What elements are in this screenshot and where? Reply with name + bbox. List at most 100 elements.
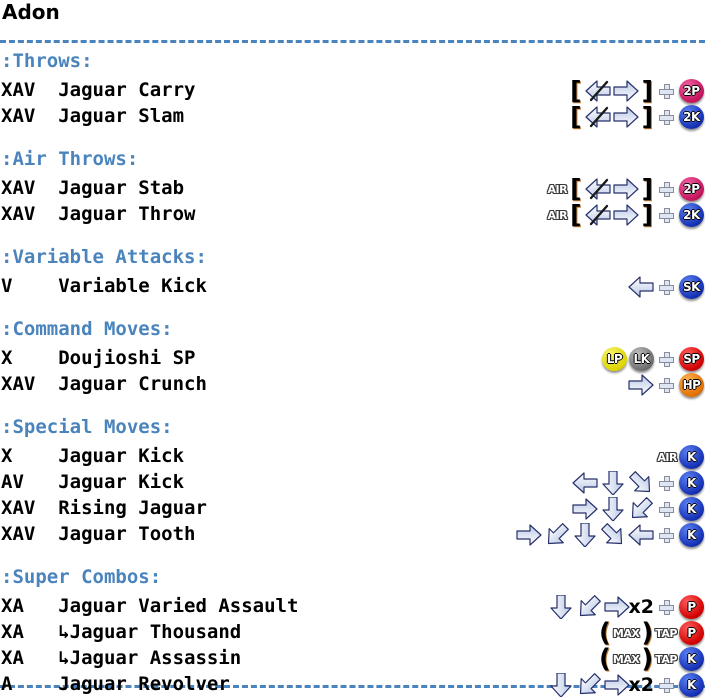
arrow-right-icon bbox=[612, 177, 639, 201]
move-input-sequence: [] 2K bbox=[569, 104, 704, 130]
max-tag: MAX bbox=[612, 626, 640, 640]
arrow-right-icon bbox=[612, 105, 639, 129]
page-title: Adon bbox=[2, 0, 60, 24]
button-badge-k: K bbox=[679, 523, 704, 547]
bracket-icon: [ bbox=[570, 174, 582, 203]
move-input-sequence: K bbox=[572, 470, 704, 496]
arrow-down-icon bbox=[548, 595, 574, 619]
button-badge-k: K bbox=[679, 497, 704, 521]
air-tag: AIR bbox=[657, 450, 677, 464]
move-input-sequence: x2 P bbox=[548, 594, 704, 620]
move-input-sequence: (MAX) TAP K bbox=[599, 646, 704, 672]
plus-icon bbox=[659, 527, 674, 543]
bracket-icon: [ bbox=[570, 102, 582, 131]
button-badge-lp: LP bbox=[602, 347, 627, 371]
arrow-down-right-icon bbox=[628, 471, 654, 495]
arrow-down-left-icon bbox=[628, 497, 654, 521]
air-tag: AIR bbox=[547, 182, 568, 196]
button-badge-k: K bbox=[679, 471, 704, 495]
button-badge-sk: SK bbox=[679, 275, 704, 299]
plus-icon bbox=[659, 377, 674, 393]
arrow-left-slash-icon bbox=[584, 105, 611, 129]
bracket-icon: ] bbox=[641, 102, 653, 131]
arrow-down-left-icon bbox=[544, 523, 570, 547]
section-heading: :Special Moves: bbox=[1, 416, 173, 438]
move-label: XAV Jaguar Stab bbox=[1, 177, 185, 199]
move-input-sequence: AIR[] 2K bbox=[548, 202, 704, 228]
button-badge-p: P bbox=[679, 621, 704, 645]
tap-tag: TAP bbox=[655, 626, 677, 640]
plus-icon bbox=[659, 599, 674, 615]
plus-icon bbox=[659, 475, 674, 491]
button-badge-k: K bbox=[679, 673, 704, 697]
move-input-sequence: HP bbox=[628, 372, 704, 398]
move-input-sequence: K bbox=[572, 496, 704, 522]
repeat-x2-label: x2 bbox=[628, 674, 654, 696]
arrow-right-icon bbox=[612, 203, 639, 227]
move-label: X Jaguar Kick bbox=[1, 445, 185, 467]
section-heading: :Command Moves: bbox=[1, 318, 173, 340]
max-tag: MAX bbox=[612, 652, 640, 666]
arrow-down-icon bbox=[600, 471, 626, 495]
button-badge-k: K bbox=[679, 445, 704, 469]
plus-icon bbox=[659, 83, 674, 99]
button-badge-2p: 2P bbox=[679, 79, 704, 103]
move-label: AV Jaguar Kick bbox=[1, 471, 185, 493]
move-label: A Jaguar Revolver bbox=[1, 673, 230, 695]
divider-top bbox=[0, 40, 705, 43]
move-label: V Variable Kick bbox=[1, 275, 207, 297]
arrow-down-left-icon bbox=[576, 595, 602, 619]
arrow-right-icon bbox=[516, 523, 542, 547]
move-label: X Doujioshi SP bbox=[1, 347, 196, 369]
arrow-left-icon bbox=[628, 523, 654, 547]
plus-icon bbox=[659, 501, 674, 517]
arrow-left-slash-icon bbox=[584, 79, 611, 103]
move-label: XA Jaguar Varied Assault bbox=[1, 595, 299, 617]
move-label: XAV Jaguar Carry bbox=[1, 79, 196, 101]
arrow-down-left-icon bbox=[576, 673, 602, 697]
move-label: XA ↳Jaguar Assassin bbox=[1, 647, 242, 669]
bracket-icon: ] bbox=[641, 200, 653, 229]
button-badge-2k: 2K bbox=[679, 105, 704, 129]
section-heading: :Air Throws: bbox=[1, 148, 139, 170]
paren-icon: ( bbox=[599, 644, 611, 674]
move-label: XAV Jaguar Slam bbox=[1, 105, 185, 127]
arrow-right-icon bbox=[572, 497, 598, 521]
arrow-right-icon bbox=[612, 79, 639, 103]
plus-icon bbox=[659, 109, 674, 125]
move-label: XAV Jaguar Tooth bbox=[1, 523, 196, 545]
move-input-sequence: K bbox=[516, 522, 704, 548]
arrow-down-right-icon bbox=[600, 523, 626, 547]
arrow-left-slash-icon bbox=[584, 203, 611, 227]
move-input-sequence: SK bbox=[628, 274, 704, 300]
paren-icon: ) bbox=[641, 644, 654, 674]
arrow-right-icon bbox=[628, 373, 654, 397]
bracket-icon: [ bbox=[570, 76, 582, 105]
arrow-down-icon bbox=[548, 673, 574, 697]
movelist-page: Adon :Throws: XAV Jaguar Carry [] 2P XAV Jag… bbox=[0, 0, 705, 697]
move-label: XA ↳Jaguar Thousand bbox=[1, 621, 242, 643]
tap-tag: TAP bbox=[655, 652, 677, 666]
arrow-right-icon bbox=[603, 595, 630, 619]
arrow-left-icon bbox=[628, 275, 654, 299]
plus-icon bbox=[659, 207, 674, 223]
repeat-x2-label: x2 bbox=[628, 596, 654, 618]
move-input-sequence: AIR[] 2P bbox=[548, 176, 704, 202]
arrow-right-icon bbox=[603, 673, 630, 697]
move-label: XAV Jaguar Throw bbox=[1, 203, 196, 225]
move-input-sequence: (MAX) TAP P bbox=[599, 620, 704, 646]
arrow-down-icon bbox=[600, 497, 626, 521]
button-badge-p: P bbox=[679, 595, 704, 619]
arrow-left-slash-icon bbox=[584, 177, 611, 201]
bracket-icon: [ bbox=[570, 200, 582, 229]
button-badge-2p: 2P bbox=[679, 177, 704, 201]
button-badge-hp: HP bbox=[679, 373, 704, 397]
section-heading: :Variable Attacks: bbox=[1, 246, 207, 268]
button-badge-k: K bbox=[679, 647, 704, 671]
plus-icon bbox=[659, 677, 674, 693]
paren-icon: ) bbox=[641, 618, 654, 648]
button-badge-2k: 2K bbox=[679, 203, 704, 227]
button-badge-sp: SP bbox=[679, 347, 704, 371]
move-label: XAV Rising Jaguar bbox=[1, 497, 207, 519]
arrow-left-icon bbox=[572, 471, 598, 495]
